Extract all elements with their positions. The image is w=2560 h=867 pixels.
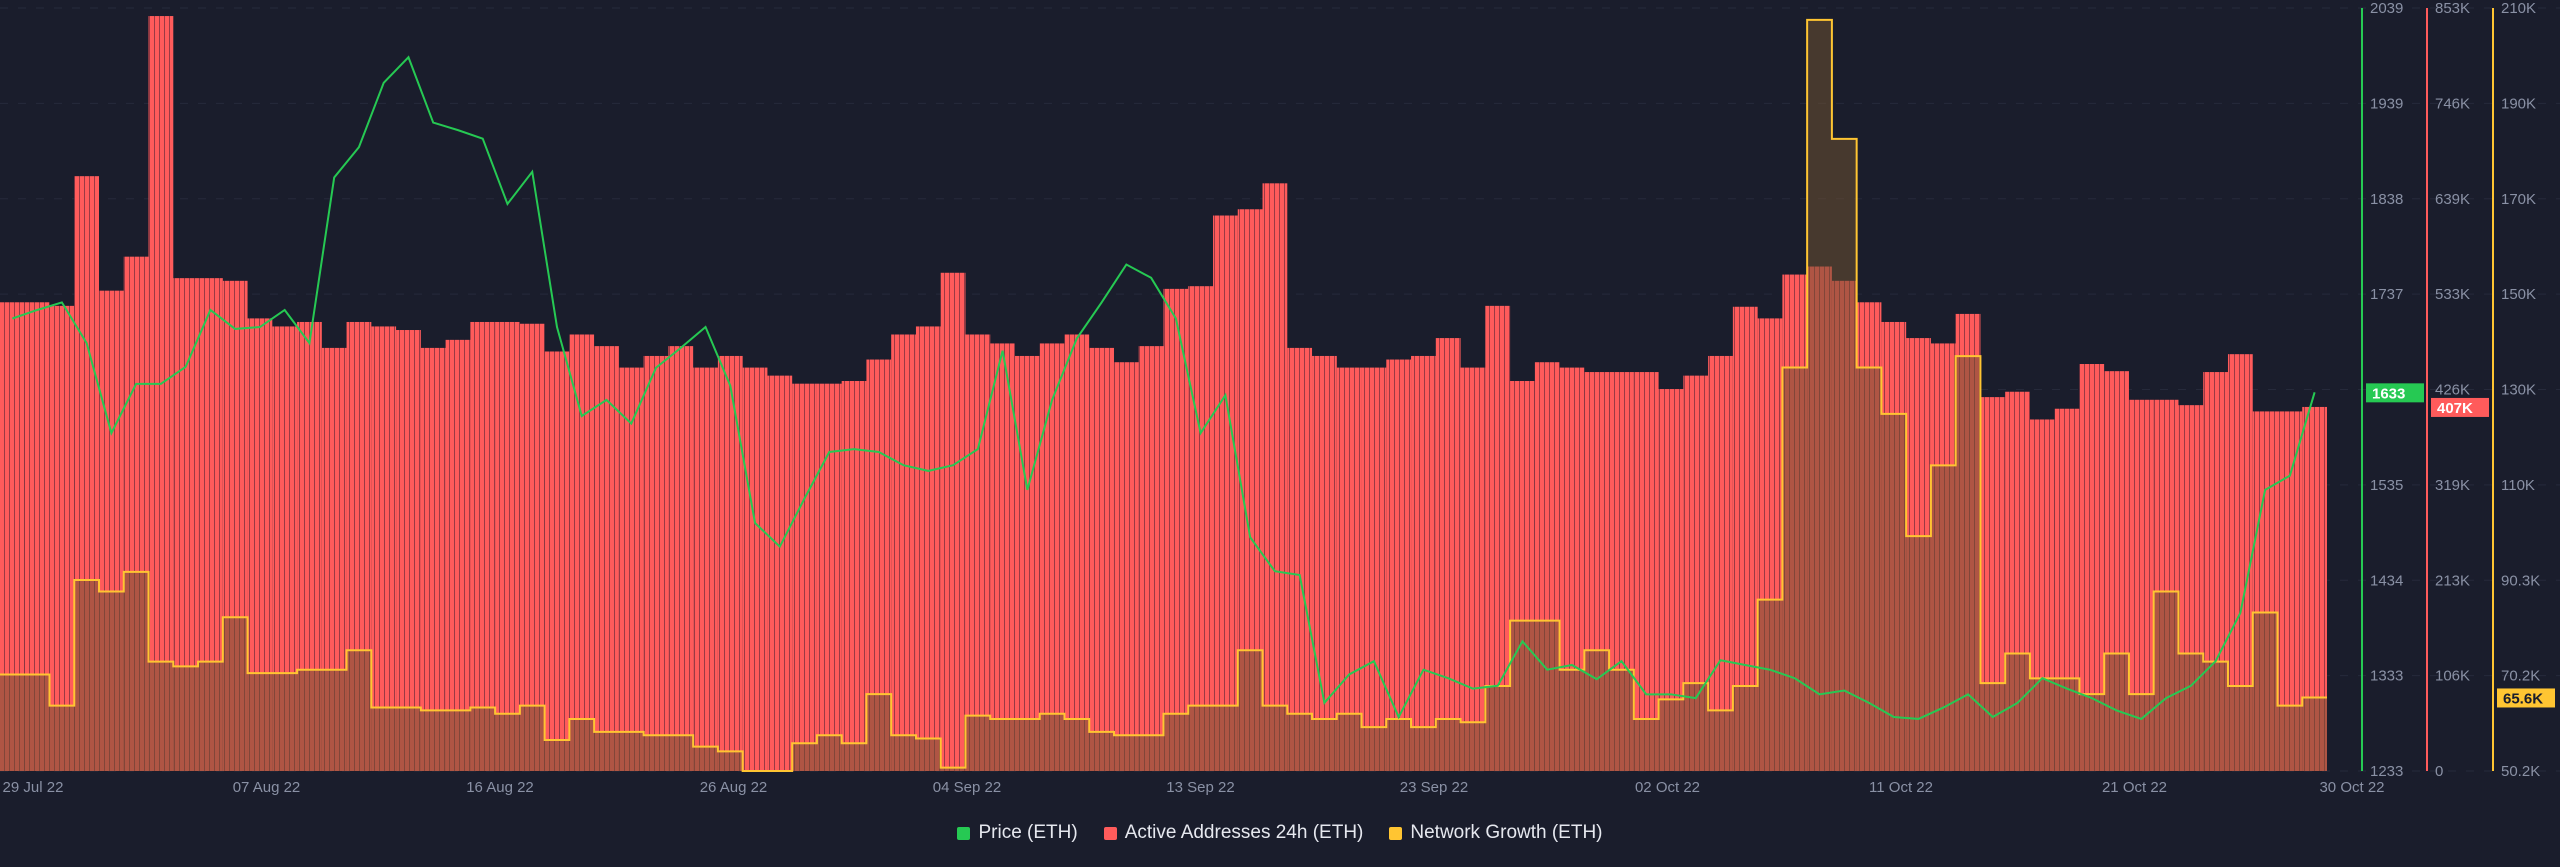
- price-swatch-icon: [957, 826, 971, 840]
- x-axis-tick: 11 Oct 22: [1869, 779, 1933, 796]
- price-axis-tick: 1838: [2370, 191, 2403, 208]
- growth-axis-tick: 50.2K: [2501, 763, 2540, 780]
- active-addresses-bar: [717, 355, 743, 771]
- active-addresses-bar: [420, 347, 446, 771]
- active-addresses-bar: [1262, 183, 1288, 771]
- active-addresses-swatch-icon: [1103, 826, 1117, 840]
- active-axis-tick: 853K: [2435, 0, 2470, 17]
- network-growth-swatch-icon: [1389, 826, 1403, 840]
- active-addresses-bar: [1014, 355, 1040, 771]
- x-axis-tick: 13 Sep 22: [1166, 779, 1234, 796]
- active-addresses-bar: [742, 367, 768, 771]
- active-addresses-bar: [1213, 215, 1238, 772]
- x-axis-tick: 16 Aug 22: [466, 779, 534, 796]
- active-addresses-bar: [1411, 355, 1436, 771]
- price-axis-tick: 1333: [2370, 668, 2403, 685]
- x-axis-tick: 21 Oct 22: [2102, 779, 2167, 796]
- active-addresses-bar: [915, 326, 941, 771]
- legend-label: Network Growth (ETH): [1410, 822, 1603, 843]
- legend-label: Price (ETH): [978, 822, 1078, 843]
- active-addresses-bar: [569, 334, 595, 771]
- active-addresses-bar: [49, 305, 75, 771]
- y-axes: 2039 1939 1838 1737 1633 1535 1434 1333 1233 853K…: [2361, 0, 2555, 780]
- active-addresses-bar: [1633, 372, 1659, 771]
- active-addresses-bar: [1460, 367, 1486, 771]
- legend: Price (ETH) Active Addresses 24h (ETH) N…: [0, 822, 2560, 844]
- active-addresses-bar: [841, 381, 867, 771]
- price-axis-tick: 1535: [2370, 477, 2403, 494]
- price-axis-tick: 1737: [2370, 286, 2403, 303]
- active-addresses-bar: [816, 383, 842, 771]
- active-axis-tick: 319K: [2435, 477, 2470, 494]
- active-addresses-bar: [470, 321, 496, 771]
- x-axis-tick: 26 Aug 22: [700, 779, 768, 796]
- price-axis-tick: 2039: [2370, 0, 2403, 17]
- x-axis-tick: 02 Oct 22: [1635, 779, 1700, 796]
- legend-item-network-growth[interactable]: Network Growth (ETH): [1389, 822, 1603, 844]
- active-addresses-bar: [519, 323, 545, 771]
- active-addresses-bar: [1287, 347, 1313, 771]
- active-addresses-bar: [445, 339, 471, 771]
- active-axis-tick: 426K: [2435, 382, 2470, 399]
- price-axis-tick: 1939: [2370, 95, 2403, 112]
- legend-item-price[interactable]: Price (ETH): [957, 822, 1078, 844]
- active-addresses-bar: [1435, 338, 1461, 771]
- active-addresses-bar: [1064, 334, 1090, 771]
- active-addresses-bar: [990, 343, 1015, 771]
- active-addresses-bar: [1312, 355, 1337, 771]
- x-axis: 29 Jul 22 07 Aug 22 16 Aug 22 26 Aug 22 04 S…: [3, 779, 2385, 796]
- price-axis-tick: 1434: [2370, 572, 2403, 589]
- active-addresses-bar: [594, 346, 619, 771]
- active-addresses-bar: [891, 334, 916, 771]
- active-addresses-bar: [965, 334, 991, 771]
- growth-axis-tick: 210K: [2501, 0, 2536, 17]
- x-axis-tick: 30 Oct 22: [2319, 779, 2384, 796]
- growth-last-value-label: 65.6K: [2503, 690, 2543, 707]
- x-axis-tick: 29 Jul 22: [3, 779, 64, 796]
- growth-axis-tick: 190K: [2501, 95, 2536, 112]
- price-last-value-label: 1633: [2372, 385, 2405, 402]
- active-addresses-bar: [643, 355, 669, 771]
- chart: 2039 1939 1838 1737 1633 1535 1434 1333 1233 853K…: [0, 0, 2560, 796]
- growth-axis-tick: 110K: [2501, 477, 2535, 494]
- active-addresses-bar: [495, 321, 520, 771]
- growth-axis-tick: 130K: [2501, 382, 2536, 399]
- active-axis-tick: 533K: [2435, 286, 2470, 303]
- active-addresses-bar: [1138, 346, 1164, 771]
- active-addresses-bar: [1089, 347, 1114, 771]
- price-axis-tick: 1233: [2370, 763, 2403, 780]
- active-addresses-bar: [693, 367, 718, 771]
- active-axis-tick: 213K: [2435, 572, 2470, 589]
- growth-axis-tick: 150K: [2501, 286, 2536, 303]
- active-axis-tick: 0: [2435, 763, 2443, 780]
- active-addresses-bar: [148, 16, 174, 771]
- growth-axis-tick: 90.3K: [2501, 572, 2540, 589]
- active-last-value-label: 407K: [2437, 400, 2473, 417]
- active-addresses-bar: [668, 346, 694, 771]
- legend-label: Active Addresses 24h (ETH): [1124, 822, 1364, 843]
- active-axis-tick: 746K: [2435, 95, 2470, 112]
- active-axis-tick: 639K: [2435, 191, 2470, 208]
- x-axis-tick: 23 Sep 22: [1400, 779, 1468, 796]
- growth-axis-tick: 70.2K: [2501, 668, 2540, 685]
- active-addresses-bar: [1188, 286, 1214, 771]
- growth-axis-tick: 170K: [2501, 191, 2536, 208]
- x-axis-tick: 07 Aug 22: [233, 779, 301, 796]
- active-addresses-bar: [371, 326, 397, 771]
- active-addresses-bar: [1039, 343, 1065, 771]
- active-addresses-bar: [792, 383, 817, 771]
- active-addresses-bar: [396, 330, 421, 771]
- active-addresses-bar: [1386, 359, 1412, 771]
- x-axis-tick: 04 Sep 22: [933, 779, 1001, 796]
- active-axis-tick: 106K: [2435, 668, 2470, 685]
- active-addresses-bar: [940, 272, 966, 771]
- active-addresses-bar: [544, 351, 570, 771]
- active-addresses-bar: [1708, 355, 1733, 771]
- active-addresses-bar: [767, 375, 793, 771]
- active-addresses-bar: [1361, 367, 1387, 771]
- active-addresses-bar: [1336, 367, 1362, 771]
- active-addresses-bar: [1113, 362, 1139, 771]
- active-addresses-bar: [618, 367, 644, 771]
- legend-item-active-addresses[interactable]: Active Addresses 24h (ETH): [1103, 822, 1364, 844]
